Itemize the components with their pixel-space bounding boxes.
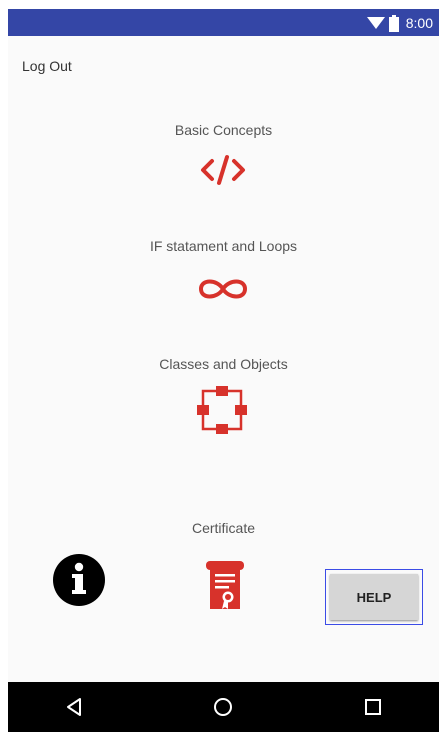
home-icon[interactable]: [213, 697, 233, 717]
back-icon[interactable]: [65, 697, 83, 717]
menu-item-if-loops-label[interactable]: IF statament and Loops: [8, 238, 439, 254]
class-diagram-icon[interactable]: [194, 384, 250, 436]
menu-item-basic-concepts-label[interactable]: Basic Concepts: [8, 122, 439, 138]
app-screen: 8:00 Log Out Basic Concepts IF statament…: [8, 9, 439, 732]
logout-button[interactable]: Log Out: [22, 58, 72, 74]
status-time: 8:00: [405, 15, 433, 31]
code-icon[interactable]: [199, 153, 247, 187]
navigation-bar: [8, 682, 439, 732]
infinity-icon[interactable]: [197, 275, 249, 303]
menu-item-classes-objects-label[interactable]: Classes and Objects: [8, 356, 439, 372]
menu-item-certificate-label[interactable]: Certificate: [8, 520, 439, 536]
certificate-icon[interactable]: [202, 560, 248, 610]
help-button-focus-frame: HELP: [325, 569, 423, 625]
status-icons: 8:00: [366, 13, 433, 33]
status-bar: 8:00: [8, 9, 439, 36]
wifi-icon: [366, 17, 385, 29]
help-button[interactable]: HELP: [330, 574, 418, 620]
battery-icon: [388, 14, 399, 32]
recents-icon[interactable]: [364, 697, 382, 717]
info-icon[interactable]: [52, 553, 106, 607]
